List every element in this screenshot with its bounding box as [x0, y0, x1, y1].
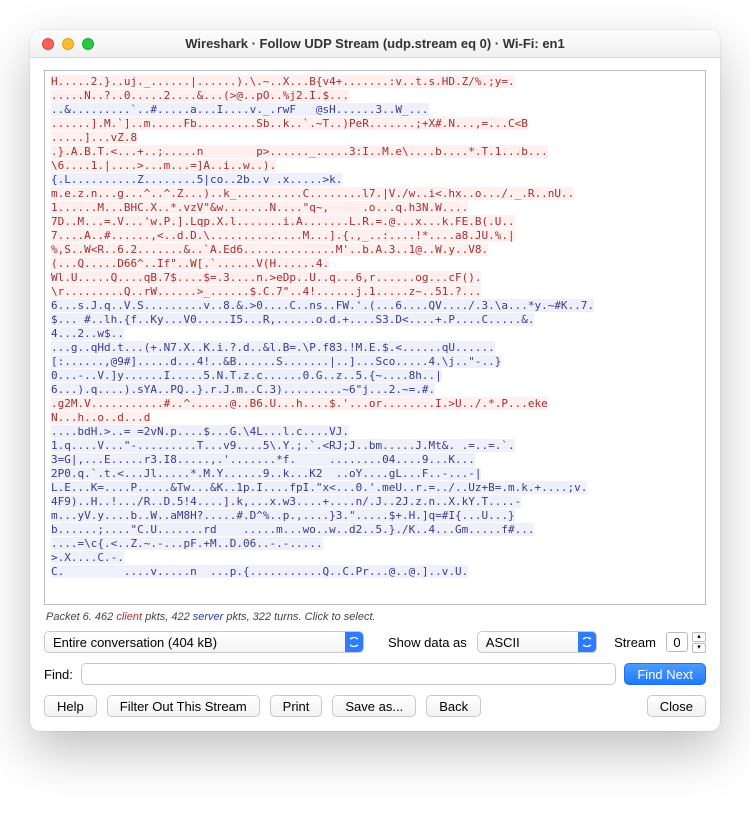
button-row: Help Filter Out This Stream Print Save a…	[44, 695, 706, 717]
status-prefix: Packet 6. 462	[46, 611, 116, 623]
print-button[interactable]: Print	[270, 695, 323, 717]
stream-stepper: ▴ ▾	[666, 632, 706, 653]
titlebar: Wireshark · Follow UDP Stream (udp.strea…	[30, 30, 720, 58]
show-as-select-wrap: ASCII	[477, 631, 597, 653]
save-as-button[interactable]: Save as...	[332, 695, 416, 717]
window-title: Wireshark · Follow UDP Stream (udp.strea…	[30, 36, 720, 51]
help-button[interactable]: Help	[44, 695, 97, 717]
stream-step-up[interactable]: ▴	[692, 632, 706, 642]
conversation-select-wrap: Entire conversation (404 kB)	[44, 631, 364, 653]
status-suffix: pkts, 322 turns. Click to select.	[223, 611, 375, 623]
show-as-label: Show data as	[388, 635, 467, 650]
filter-out-button[interactable]: Filter Out This Stream	[107, 695, 260, 717]
stream-text[interactable]: H.....2.}..uj._......|......).\.~..X...B…	[44, 70, 706, 605]
stream-step-down[interactable]: ▾	[692, 643, 706, 653]
status-line: Packet 6. 462 client pkts, 422 server pk…	[46, 611, 704, 623]
stream-label: Stream	[614, 635, 656, 650]
status-mid: pkts, 422	[142, 611, 193, 623]
window: Wireshark · Follow UDP Stream (udp.strea…	[30, 30, 720, 731]
show-as-select[interactable]: ASCII	[477, 631, 597, 653]
options-row: Entire conversation (404 kB) Show data a…	[44, 631, 706, 653]
status-server-word: server	[193, 611, 224, 623]
minimize-window-icon[interactable]	[62, 38, 74, 50]
find-label: Find:	[44, 667, 73, 682]
find-input[interactable]	[81, 663, 616, 685]
conversation-select[interactable]: Entire conversation (404 kB)	[44, 631, 364, 653]
stream-number-input[interactable]	[666, 632, 688, 652]
traffic-lights	[30, 38, 94, 50]
close-window-icon[interactable]	[42, 38, 54, 50]
status-client-word: client	[116, 611, 142, 623]
content: H.....2.}..uj._......|......).\.~..X...B…	[30, 58, 720, 731]
zoom-window-icon[interactable]	[82, 38, 94, 50]
close-button[interactable]: Close	[647, 695, 706, 717]
spacer	[491, 695, 637, 717]
find-row: Find: Find Next	[44, 663, 706, 685]
back-button[interactable]: Back	[426, 695, 481, 717]
find-next-button[interactable]: Find Next	[624, 663, 706, 685]
